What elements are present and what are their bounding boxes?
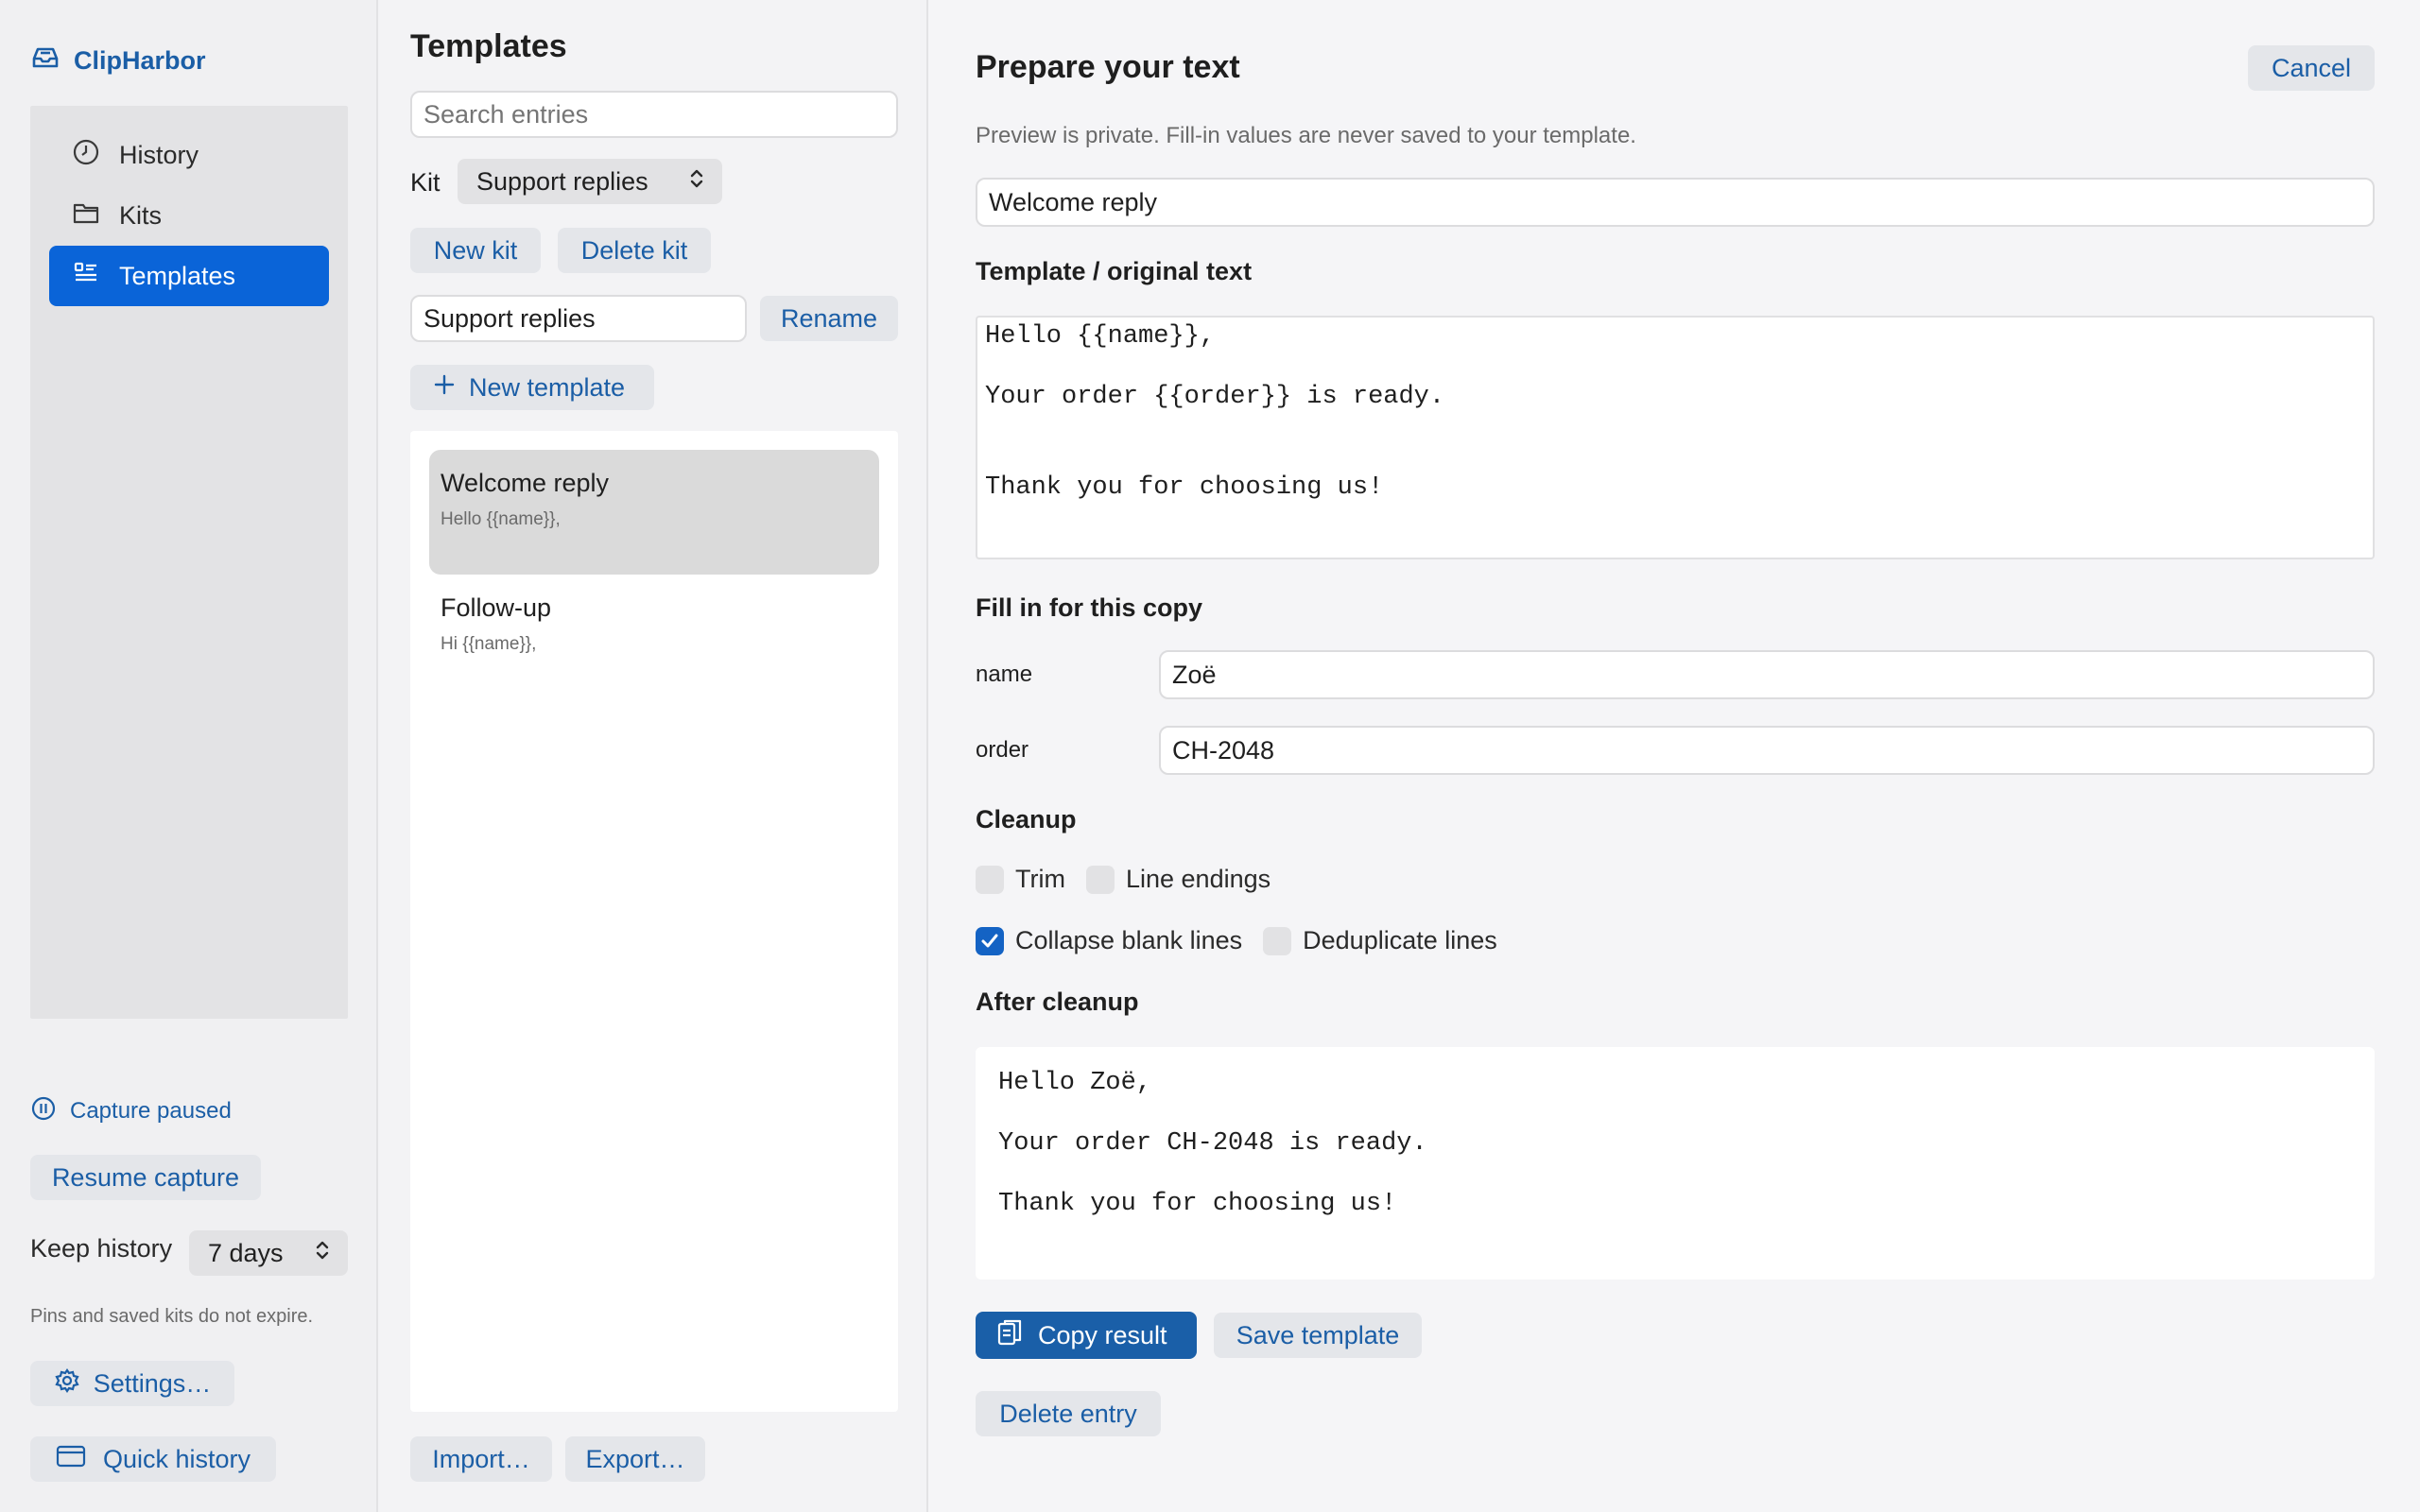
name-field[interactable]: Zoë bbox=[1159, 650, 2375, 699]
kit-name-value: Support replies bbox=[424, 303, 596, 333]
plus-icon bbox=[433, 373, 456, 403]
prepare-panel: Prepare your text Cancel Preview is priv… bbox=[930, 0, 2420, 1512]
checkmark-icon bbox=[981, 934, 998, 947]
app-name: ClipHarbor bbox=[74, 45, 206, 75]
list-item-title: Follow-up bbox=[441, 593, 552, 622]
list-icon bbox=[72, 259, 100, 294]
sidebar-item-templates[interactable]: Templates bbox=[49, 246, 329, 306]
after-cleanup-label: After cleanup bbox=[976, 988, 1139, 1016]
copy-result-label: Copy result bbox=[1038, 1320, 1167, 1349]
clock-icon bbox=[72, 138, 100, 173]
checkbox-label: Line endings bbox=[1125, 865, 1271, 893]
delete-kit-button[interactable]: Delete kit bbox=[558, 228, 711, 273]
kit-label: Kit bbox=[410, 168, 441, 197]
gear-icon bbox=[54, 1367, 80, 1400]
kit-select-value: Support replies bbox=[476, 166, 648, 196]
list-item[interactable]: Welcome reply Hello {{name}}, bbox=[429, 450, 879, 575]
original-text-editor[interactable]: Hello {{name}}, Your order {{order}} is … bbox=[976, 316, 2375, 559]
checkbox-label: Collapse blank lines bbox=[1015, 926, 1243, 954]
order-field-value: CH-2048 bbox=[1172, 735, 1275, 765]
template-list: Welcome reply Hello {{name}}, Follow-up … bbox=[410, 431, 898, 1412]
fill-field-label: name bbox=[976, 662, 1033, 687]
page-title: Prepare your text bbox=[976, 49, 1240, 85]
kit-name-input[interactable]: Support replies bbox=[410, 295, 747, 342]
cleanup-row-1: Trim Line endings bbox=[976, 865, 1276, 894]
search-input[interactable] bbox=[410, 91, 898, 138]
sidebar-item-label: Kits bbox=[119, 200, 163, 230]
kit-select[interactable]: Support replies bbox=[458, 159, 722, 204]
checkbox-box[interactable] bbox=[976, 865, 1004, 894]
pause-icon bbox=[30, 1095, 57, 1128]
sidebar-item-label: Templates bbox=[119, 261, 236, 290]
sidebar-item-label: History bbox=[119, 140, 199, 169]
settings-label: Settings… bbox=[93, 1368, 212, 1398]
capture-status: Capture paused bbox=[30, 1092, 232, 1130]
window-icon bbox=[56, 1444, 86, 1475]
order-field[interactable]: CH-2048 bbox=[1159, 726, 2375, 775]
quick-history-button[interactable]: Quick history bbox=[30, 1436, 276, 1482]
save-template-button[interactable]: Save template bbox=[1214, 1313, 1422, 1358]
templates-column: Templates Kit Support replies New kit De… bbox=[378, 0, 928, 1512]
export-button[interactable]: Export… bbox=[565, 1436, 705, 1482]
new-template-label: New template bbox=[469, 372, 626, 402]
list-item-preview: Hello {{name}}, bbox=[441, 509, 561, 529]
checkbox-label: Trim bbox=[1015, 865, 1065, 893]
checkbox-label: Deduplicate lines bbox=[1303, 926, 1497, 954]
keep-history-label: Keep history bbox=[30, 1234, 173, 1263]
folder-icon bbox=[72, 198, 100, 233]
copy-result-button[interactable]: Copy result bbox=[976, 1312, 1197, 1359]
list-item-preview: Hi {{name}}, bbox=[441, 634, 537, 654]
list-item[interactable]: Follow-up Hi {{name}}, bbox=[429, 575, 879, 699]
cleanup-row-2: Collapse blank lines Deduplicate lines bbox=[976, 926, 1503, 955]
deduplicate-lines-checkbox[interactable]: Deduplicate lines bbox=[1263, 926, 1497, 955]
cleanup-result: Hello Zoë, Your order CH-2048 is ready. … bbox=[976, 1047, 2375, 1280]
sidebar-item-kits[interactable]: Kits bbox=[49, 185, 329, 246]
checkbox-box[interactable] bbox=[1085, 865, 1115, 894]
tray-icon bbox=[30, 43, 60, 79]
fill-in-label: Fill in for this copy bbox=[976, 593, 1203, 622]
fill-field-label: order bbox=[976, 737, 1029, 763]
chevron-up-down-icon bbox=[688, 166, 705, 198]
resume-capture-button[interactable]: Resume capture bbox=[30, 1155, 261, 1200]
new-kit-button[interactable]: New kit bbox=[410, 228, 541, 273]
template-name-value: Welcome reply bbox=[989, 187, 1158, 216]
collapse-blank-lines-checkbox[interactable]: Collapse blank lines bbox=[976, 926, 1242, 955]
brand: ClipHarbor bbox=[30, 42, 206, 79]
name-field-value: Zoë bbox=[1172, 660, 1217, 689]
chevron-up-down-icon bbox=[314, 1238, 331, 1269]
clipboard-icon bbox=[996, 1317, 1023, 1354]
rename-button[interactable]: Rename bbox=[760, 296, 898, 341]
original-text-label: Template / original text bbox=[976, 257, 1253, 285]
list-item-title: Welcome reply bbox=[441, 469, 610, 497]
sidebar: ClipHarbor History Kits Templates Captur… bbox=[0, 0, 378, 1512]
keep-history-select[interactable]: 7 days bbox=[189, 1230, 348, 1276]
checkbox-box[interactable] bbox=[1263, 926, 1292, 955]
line-endings-checkbox[interactable]: Line endings bbox=[1085, 865, 1271, 894]
template-name-input[interactable]: Welcome reply bbox=[976, 178, 2375, 227]
import-button[interactable]: Import… bbox=[410, 1436, 552, 1482]
templates-title: Templates bbox=[410, 28, 567, 64]
new-template-button[interactable]: New template bbox=[410, 365, 654, 410]
checkbox-box[interactable] bbox=[976, 926, 1004, 955]
quick-history-label: Quick history bbox=[102, 1444, 251, 1473]
delete-entry-button[interactable]: Delete entry bbox=[976, 1391, 1161, 1436]
sidebar-nav: History Kits Templates bbox=[30, 106, 348, 1019]
trim-checkbox[interactable]: Trim bbox=[976, 865, 1065, 894]
privacy-note: Preview is private. Fill-in values are n… bbox=[976, 123, 1636, 148]
settings-button[interactable]: Settings… bbox=[30, 1361, 234, 1406]
capture-status-text: Capture paused bbox=[70, 1098, 232, 1124]
keep-history-value: 7 days bbox=[208, 1238, 284, 1267]
sidebar-item-history[interactable]: History bbox=[49, 125, 329, 185]
expiry-note: Pins and saved kits do not expire. bbox=[30, 1306, 314, 1327]
cleanup-label: Cleanup bbox=[976, 805, 1077, 833]
cancel-button[interactable]: Cancel bbox=[2248, 45, 2375, 91]
